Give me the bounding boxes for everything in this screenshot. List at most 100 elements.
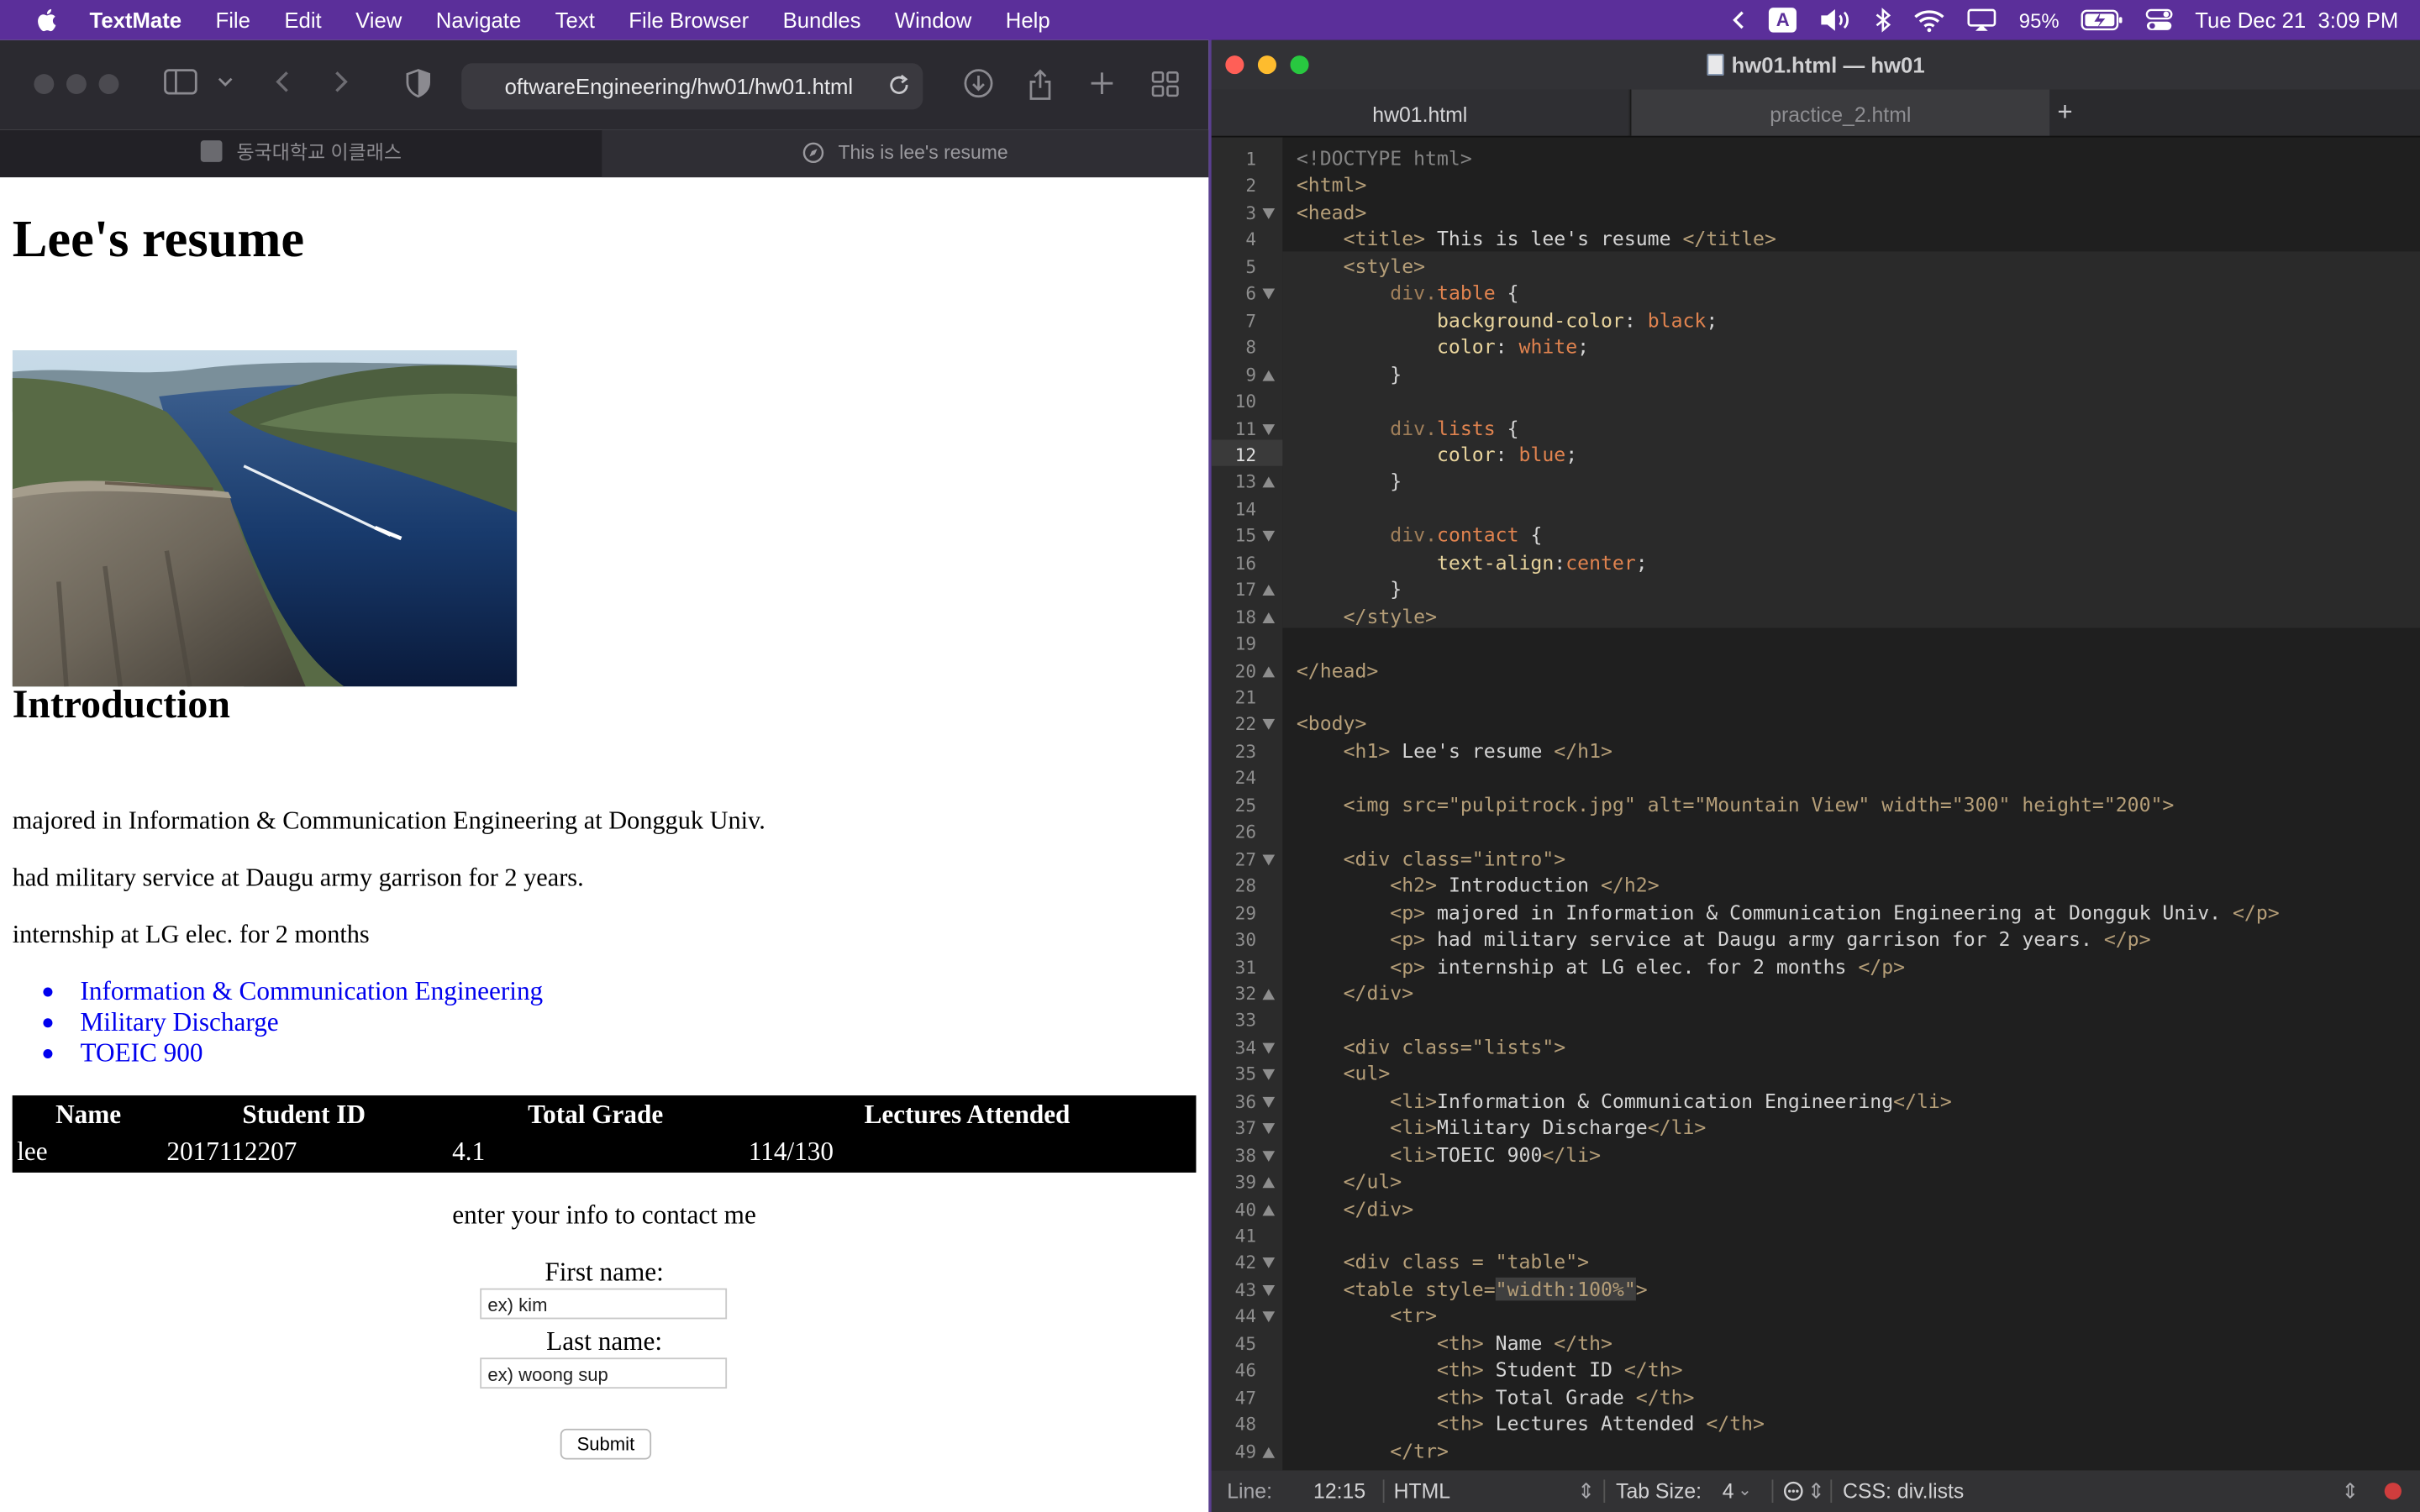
submit-button[interactable]: Submit	[560, 1428, 652, 1460]
clock[interactable]: Tue Dec 21 3:09 PM	[2195, 8, 2398, 32]
line-number[interactable]: 24	[1212, 767, 1256, 789]
line-number[interactable]: 3	[1212, 202, 1256, 223]
line-number[interactable]: 47	[1212, 1387, 1256, 1409]
code-line[interactable]: <h1> Lee's resume </h1>	[1297, 739, 1612, 763]
code-line[interactable]: <!DOCTYPE html>	[1297, 146, 1472, 170]
add-tab-plus-icon[interactable]: +	[2057, 90, 2072, 136]
line-number[interactable]: 4	[1212, 228, 1256, 250]
line-number[interactable]: 10	[1212, 391, 1256, 412]
line-number[interactable]: 25	[1212, 795, 1256, 816]
input-source-icon[interactable]: A	[1769, 8, 1797, 33]
tab-resume[interactable]: This is lee's resume	[602, 129, 1209, 178]
tab-size-selector[interactable]: 4	[1723, 1470, 1734, 1512]
line-number[interactable]: 18	[1212, 606, 1256, 627]
line-number[interactable]: 23	[1212, 740, 1256, 762]
line-number[interactable]: 17	[1212, 579, 1256, 601]
tab-eclass[interactable]: 동국대학교 이클래스	[0, 129, 602, 177]
code-line[interactable]: </tr>	[1297, 1439, 1449, 1462]
tab-hw01[interactable]: hw01.html	[1211, 89, 1628, 136]
line-number[interactable]: 22	[1212, 713, 1256, 735]
scope-updown-icon[interactable]: ⇕	[2341, 1470, 2359, 1512]
code-line[interactable]: <img src="pulpitrock.jpg" alt="Mountain …	[1297, 793, 2175, 816]
scope-selector[interactable]: CSS: div.lists	[1843, 1470, 1964, 1512]
grammar-updown-icon[interactable]: ⇕	[1577, 1470, 1595, 1512]
address-bar[interactable]: oftwareEngineering/hw01/hw01.html	[461, 63, 923, 110]
code-line[interactable]: div.contact {	[1297, 523, 1542, 547]
code-line[interactable]: <head>	[1297, 201, 1367, 224]
fold-arrow-up-icon[interactable]	[1262, 612, 1276, 623]
code-line[interactable]: <ul>	[1297, 1062, 1391, 1085]
line-number[interactable]: 42	[1212, 1252, 1256, 1273]
line-number[interactable]: 1	[1212, 148, 1256, 170]
code-line[interactable]: <li>TOEIC 900</li>	[1297, 1142, 1601, 1166]
line-number[interactable]: 35	[1212, 1063, 1256, 1085]
bundle-updown-icon[interactable]: ⇕	[1807, 1470, 1825, 1512]
fold-arrow-down-icon[interactable]	[1262, 1096, 1276, 1108]
cursor-position[interactable]: 12:15	[1313, 1470, 1365, 1512]
code-line[interactable]: <p> had military service at Daugu army g…	[1297, 927, 2150, 951]
sidebar-toggle-icon[interactable]	[164, 68, 197, 103]
line-number[interactable]: 46	[1212, 1360, 1256, 1382]
grammar-selector[interactable]: HTML	[1394, 1470, 1451, 1512]
code-line[interactable]: color: blue;	[1297, 443, 1577, 466]
fold-arrow-down-icon[interactable]	[1262, 1284, 1276, 1296]
control-center-icon[interactable]	[2145, 8, 2173, 32]
code-line[interactable]: <html>	[1297, 174, 1367, 197]
code-line[interactable]: </head>	[1297, 658, 1378, 681]
line-number[interactable]: 33	[1212, 1010, 1256, 1032]
code-line[interactable]: <th> Lectures Attended </th>	[1297, 1412, 1765, 1436]
fold-arrow-up-icon[interactable]	[1262, 370, 1276, 381]
reload-icon[interactable]	[889, 63, 911, 109]
fold-arrow-up-icon[interactable]	[1262, 477, 1276, 489]
line-number[interactable]: 14	[1212, 498, 1256, 520]
line-number[interactable]: 36	[1212, 1090, 1256, 1112]
line-number[interactable]: 12	[1212, 444, 1256, 466]
line-number[interactable]: 9	[1212, 364, 1256, 386]
fold-arrow-up-icon[interactable]	[1262, 989, 1276, 1000]
line-number[interactable]: 27	[1212, 848, 1256, 870]
code-editor[interactable]: 1 2 3 4 5 6 7 8 9 10 11 12 13 14 15 16 17 18 19 20 21 22 23 24 2…	[1211, 137, 2420, 1471]
zoom-window-button[interactable]	[98, 74, 119, 95]
code-line[interactable]: div.table {	[1297, 281, 1518, 305]
menu-text[interactable]: Text	[555, 8, 595, 32]
code-line[interactable]: div.lists {	[1297, 416, 1518, 439]
code-line[interactable]: </style>	[1297, 604, 1437, 627]
fold-arrow-up-icon[interactable]	[1262, 585, 1276, 596]
menu-file[interactable]: File	[216, 8, 250, 32]
code-line[interactable]: background-color: black;	[1297, 308, 1718, 332]
line-number[interactable]: 49	[1212, 1441, 1256, 1462]
code-line[interactable]: <div class = "table">	[1297, 1251, 1589, 1274]
line-number[interactable]: 40	[1212, 1198, 1256, 1220]
menu-edit[interactable]: Edit	[284, 8, 321, 32]
menu-bundles[interactable]: Bundles	[783, 8, 861, 32]
first-name-input[interactable]: ex) kim	[480, 1288, 728, 1320]
privacy-shield-icon[interactable]	[404, 68, 432, 107]
fold-arrow-down-icon[interactable]	[1262, 719, 1276, 731]
code-line[interactable]: <table style="width:100%">	[1297, 1277, 1648, 1301]
code-line[interactable]: <style>	[1297, 255, 1425, 278]
code-line[interactable]: <div class="intro">	[1297, 847, 1566, 870]
last-name-input[interactable]: ex) woong sup	[480, 1357, 728, 1389]
fold-arrow-down-icon[interactable]	[1262, 423, 1276, 435]
line-number[interactable]: 19	[1212, 633, 1256, 654]
menu-window[interactable]: Window	[895, 8, 971, 32]
line-number[interactable]: 31	[1212, 956, 1256, 978]
line-number[interactable]: 26	[1212, 822, 1256, 843]
tab-overview-icon[interactable]	[1150, 68, 1181, 107]
fold-arrow-down-icon[interactable]	[1262, 853, 1276, 865]
line-number[interactable]: 32	[1212, 983, 1256, 1005]
line-number[interactable]: 16	[1212, 552, 1256, 574]
code-line[interactable]: <body>	[1297, 712, 1367, 736]
fold-arrow-down-icon[interactable]	[1262, 1311, 1276, 1323]
code-line[interactable]: <title> This is lee's resume </title>	[1297, 228, 1776, 251]
chevron-down-icon[interactable]: ⌄	[1738, 1470, 1752, 1512]
code-line[interactable]: color: white;	[1297, 335, 1589, 359]
line-number[interactable]: 45	[1212, 1333, 1256, 1355]
bundle-gear-icon[interactable]	[1782, 1470, 1804, 1512]
new-tab-plus-icon[interactable]	[1088, 68, 1116, 107]
record-macro-icon[interactable]	[2384, 1483, 2402, 1500]
fold-arrow-down-icon[interactable]	[1262, 1069, 1276, 1081]
line-number[interactable]: 13	[1212, 471, 1256, 493]
menu-help[interactable]: Help	[1006, 8, 1050, 32]
code-line[interactable]: <li>Military Discharge</li>	[1297, 1116, 1706, 1139]
